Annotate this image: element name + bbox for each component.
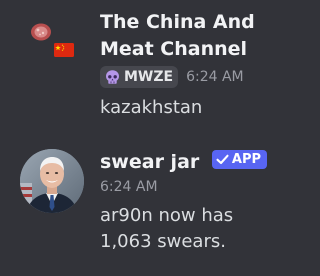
avatar[interactable] bbox=[20, 149, 84, 213]
role-tag-label: MWZE bbox=[124, 69, 174, 85]
timestamp[interactable]: 6:24 AM bbox=[100, 179, 158, 195]
author-name[interactable]: swear jar APP bbox=[100, 149, 268, 176]
message-line: ar90n now has bbox=[100, 205, 234, 226]
message-content: kazakhstan bbox=[100, 97, 203, 118]
author-name-label: swear jar bbox=[100, 151, 200, 173]
timestamp[interactable]: 6:24 AM bbox=[186, 69, 244, 85]
china-flag-icon bbox=[54, 42, 74, 61]
message-meta: 6:24 AM bbox=[100, 179, 158, 195]
portrait-avatar-image bbox=[20, 149, 84, 213]
chat-message: swear jar APP 6:24 AM ar90n now has 1,06… bbox=[0, 140, 268, 276]
author-name[interactable]: The China And Meat Channel bbox=[100, 9, 255, 63]
chat-message-list: The China And Meat Channel MWZE 6:24 AM … bbox=[0, 0, 268, 276]
author-name-line: The China And bbox=[100, 11, 255, 33]
checkmark-icon bbox=[216, 154, 229, 165]
app-badge-label: APP bbox=[231, 152, 262, 167]
skull-icon bbox=[104, 69, 121, 86]
role-tag[interactable]: MWZE bbox=[100, 66, 179, 88]
message-content: ar90n now has 1,063 swears. bbox=[100, 203, 233, 255]
meat-icon bbox=[30, 22, 52, 46]
chat-message: The China And Meat Channel MWZE 6:24 AM … bbox=[0, 0, 262, 140]
author-name-line: Meat Channel bbox=[100, 38, 248, 60]
message-meta: MWZE 6:24 AM bbox=[100, 66, 244, 88]
avatar[interactable] bbox=[20, 14, 84, 78]
app-badge: APP bbox=[211, 150, 268, 169]
message-line: 1,063 swears. bbox=[100, 231, 226, 252]
